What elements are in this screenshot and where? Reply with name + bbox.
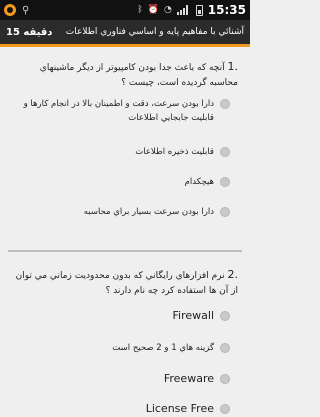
battery-icon [195,4,203,16]
q1-option-2[interactable]: قابليت ذخيره اطلاعات [10,145,230,159]
usb-icon: ⚲ [22,4,30,16]
question-divider [8,250,242,252]
q2-option-4[interactable]: License Free [10,402,230,416]
question-number: .2 [227,268,239,281]
option-label: Freeware [163,372,214,385]
app-logo-icon [4,4,16,16]
bluetooth-icon: ᛒ [137,5,143,15]
radio-button[interactable] [220,207,230,217]
option-label: گزينه هاي 1 و 2 صحيح است [112,343,214,353]
radio-button[interactable] [220,374,230,384]
q2-option-3[interactable]: Freeware [10,372,230,386]
alarm-icon: ⏰ [147,5,159,15]
clock: 15:35 [207,3,246,17]
course-title: آشنائي با مفاهيم پايه و اساسي فناوري اطل… [65,27,244,37]
radio-button[interactable] [220,311,230,321]
radio-button[interactable] [220,147,230,157]
q1-option-3[interactable]: هيچکدام [10,175,230,189]
radio-button[interactable] [220,404,230,414]
option-label: Firewall [172,309,214,322]
option-label: دارا بودن سرعت، دقت و اطمينان بالا در ان… [23,99,214,123]
option-label: هيچکدام [184,177,214,187]
status-bar: ⚲ ᛒ ⏰ ◔ 15:35 [0,0,250,20]
radio-button[interactable] [220,177,230,187]
question-text: آنچه که باعث جدا بودن کامپيوتر از ديگر م… [39,63,238,88]
question-text: نرم افزارهاي رايگاني که بدون محدوديت زما… [15,271,238,296]
radio-button[interactable] [220,99,230,109]
title-bar: 15 دقیقه آشنائي با مفاهيم پايه و اساسي ف… [0,20,250,44]
q2-option-1[interactable]: Firewall [10,309,230,323]
question-number: .1 [227,60,239,73]
timer: 15 دقیقه [6,26,53,38]
radio-button[interactable] [220,343,230,353]
question-list[interactable]: .1 آنچه که باعث جدا بودن کامپيوتر از ديگ… [0,47,250,417]
option-label: دارا بودن سرعت بسيار براي محاسبه [83,207,214,217]
q1-option-4[interactable]: دارا بودن سرعت بسيار براي محاسبه [10,205,230,219]
wifi-icon: ◔ [163,5,172,15]
option-label: قابليت ذخيره اطلاعات [135,147,214,157]
option-label: License Free [145,402,214,415]
question-2: .2 نرم افزارهاي رايگاني که بدون محدوديت … [10,267,238,299]
question-1: .1 آنچه که باعث جدا بودن کامپيوتر از ديگ… [10,59,238,91]
q2-option-2[interactable]: گزينه هاي 1 و 2 صحيح است [10,341,230,355]
signal-icon [176,5,191,15]
q1-option-1[interactable]: دارا بودن سرعت، دقت و اطمينان بالا در ان… [10,97,230,125]
